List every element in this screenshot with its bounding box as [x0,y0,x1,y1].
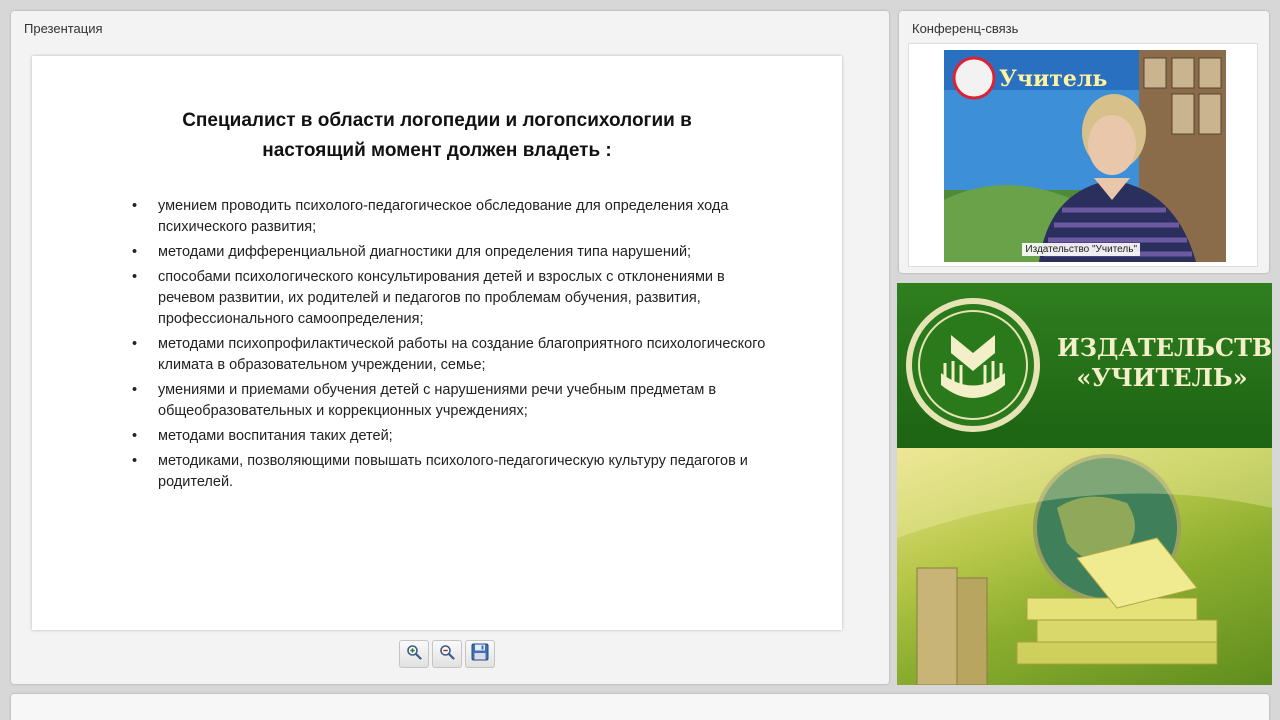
publisher-name-line: «УЧИТЕЛЬ» [1076,363,1248,392]
slide-bullet: умением проводить психолого-педагогическ… [132,196,772,238]
zoom-in-button[interactable] [399,640,429,668]
webcam-video[interactable]: Учитель Издательство "Учитель" [944,50,1226,262]
bottom-panel [11,694,1269,720]
publisher-banner: ИЗДАТЕЛЬСТВО «УЧИТЕЛЬ» [897,283,1272,685]
save-button[interactable] [465,640,495,668]
zoom-out-icon [439,644,455,665]
presentation-toolbar [399,640,495,668]
svg-text:Учитель: Учитель [999,66,1107,92]
video-scene-illustration: Учитель [944,50,1226,262]
presentation-panel-title: Презентация [24,21,103,36]
slide-bullet: методиками, позволяющими повышать психол… [132,451,772,493]
publisher-name-line: ИЗДАТЕЛЬСТВО [1057,333,1272,362]
books-globe-illustration [897,448,1272,685]
slide-bullet: методами дифференциальной диагностики дл… [132,242,772,263]
presentation-panel: Презентация Специалист в области логопед… [11,11,889,684]
conference-panel-title: Конференц-связь [912,21,1019,36]
slide-bullet: методами психопрофилактической работы на… [132,334,772,376]
slide-title-line: настоящий момент должен владеть : [262,140,612,161]
video-frame: Учитель Издательство "Учитель" [908,43,1258,267]
floppy-disk-icon [471,643,489,666]
banner-header: ИЗДАТЕЛЬСТВО «УЧИТЕЛЬ» [897,283,1272,448]
conference-panel: Конференц-связь Учитель Издательство "Уч… [899,11,1269,273]
slide-bullet: методами воспитания таких детей; [132,426,772,447]
video-caption: Издательство "Учитель" [1022,243,1140,256]
zoom-in-icon [406,644,422,665]
slide-bullet: способами психологического консультирова… [132,267,772,330]
slide-title: Специалист в области логопедии и логопси… [32,106,842,166]
publisher-name: ИЗДАТЕЛЬСТВО «УЧИТЕЛЬ» [1057,333,1272,393]
slide-bullet-list: умением проводить психолого-педагогическ… [132,196,772,497]
presentation-slide: Специалист в области логопедии и логопси… [32,56,842,630]
slide-title-line: Специалист в области логопедии и логопси… [182,110,692,131]
banner-books-image [897,448,1272,685]
slide-bullet: умениями и приемами обучения детей с нар… [132,380,772,422]
zoom-out-button[interactable] [432,640,462,668]
